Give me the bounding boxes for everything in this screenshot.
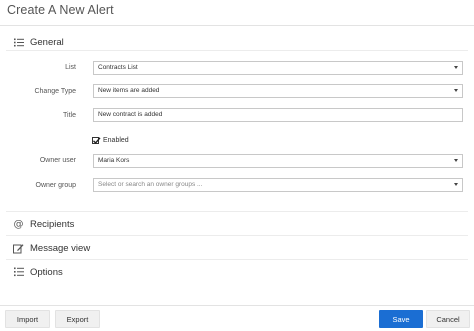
- change-type-select-value: New items are added: [98, 87, 160, 94]
- section-general-title: General: [30, 36, 64, 48]
- owner-group-select[interactable]: Select or search an owner groups ...: [93, 178, 463, 192]
- divider: [6, 235, 468, 236]
- import-button[interactable]: Import: [5, 310, 50, 328]
- options-list-icon: [13, 267, 24, 278]
- title-label: Title: [63, 112, 76, 119]
- owner-user-label: Owner user: [39, 157, 76, 164]
- dialog-titlebar: Create A New Alert: [0, 0, 474, 26]
- section-options-title: Options: [30, 266, 63, 278]
- at-sign-icon: @: [13, 218, 24, 230]
- cancel-button[interactable]: Cancel: [426, 310, 470, 328]
- list-select-value: Contracts List: [98, 64, 138, 71]
- divider: [6, 259, 468, 260]
- dialog-title: Create A New Alert: [7, 3, 114, 17]
- list-select[interactable]: Contracts List: [93, 61, 463, 75]
- chevron-down-icon: [454, 159, 458, 162]
- owner-group-label: Owner group: [35, 182, 76, 189]
- list-icon: [13, 37, 24, 48]
- owner-group-select-placeholder: Select or search an owner groups ...: [98, 181, 203, 188]
- section-options-header[interactable]: Options: [0, 261, 474, 283]
- owner-user-select-value: Maria Kors: [98, 157, 130, 164]
- section-recipients-header[interactable]: @ Recipients: [0, 213, 474, 235]
- section-message-view-header[interactable]: Message view: [0, 237, 474, 259]
- edit-icon: [13, 243, 24, 254]
- enabled-checkbox[interactable]: [92, 137, 101, 145]
- section-message-view-title: Message view: [30, 242, 91, 254]
- chevron-down-icon: [454, 66, 458, 69]
- section-recipients-title: Recipients: [30, 218, 75, 230]
- save-button[interactable]: Save: [379, 310, 423, 328]
- owner-user-select[interactable]: Maria Kors: [93, 154, 463, 168]
- title-input[interactable]: New contract is added: [93, 108, 463, 122]
- export-button[interactable]: Export: [55, 310, 100, 328]
- change-type-label: Change Type: [34, 88, 76, 95]
- title-input-value: New contract is added: [98, 111, 163, 118]
- change-type-select[interactable]: New items are added: [93, 84, 463, 98]
- checkmark-icon: [92, 137, 101, 145]
- enabled-label: Enabled: [103, 137, 129, 144]
- chevron-down-icon: [454, 89, 458, 92]
- list-label: List: [65, 64, 76, 71]
- chevron-down-icon: [454, 183, 458, 186]
